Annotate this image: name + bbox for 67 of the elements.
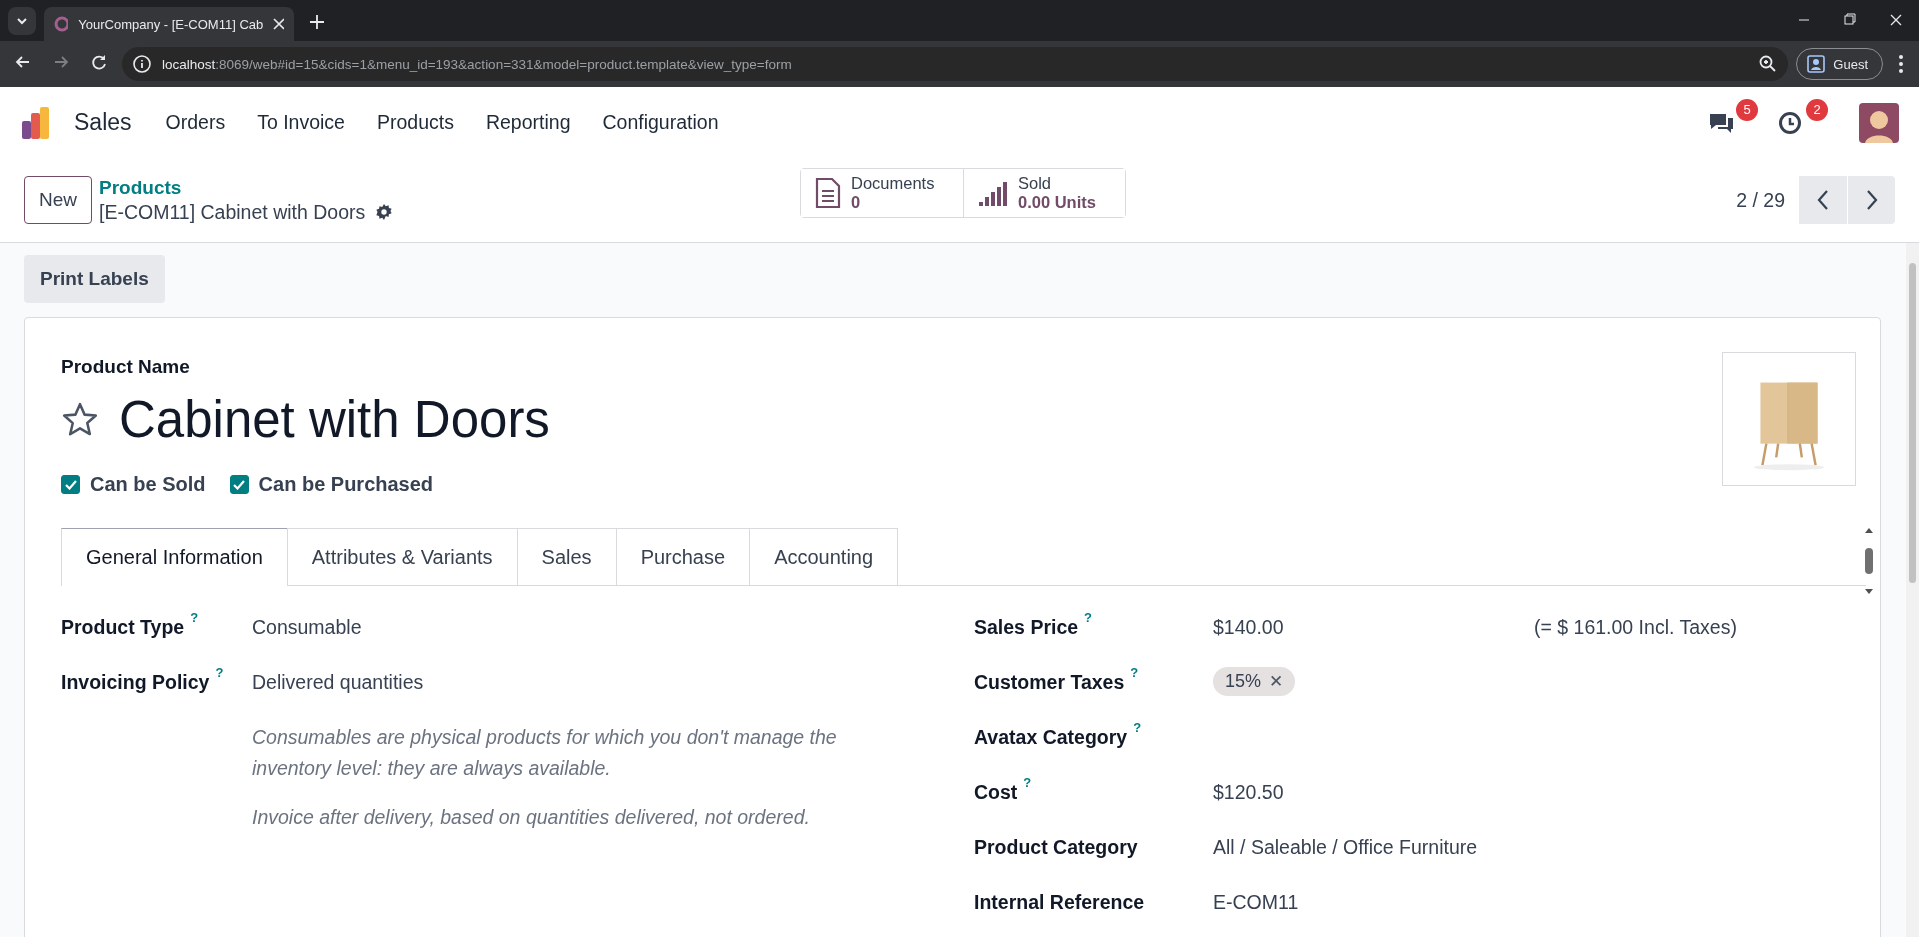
clock-icon[interactable] xyxy=(1777,109,1803,136)
info-icon[interactable] xyxy=(132,54,152,74)
notification-badge: 5 xyxy=(1736,98,1758,121)
previous-button[interactable] xyxy=(1799,176,1847,224)
record-title: [E-COM11] Cabinet with Doors xyxy=(99,200,366,224)
field-label: Product Type xyxy=(61,616,185,639)
close-icon[interactable] xyxy=(273,18,284,30)
form-tab[interactable]: General Information xyxy=(61,528,288,586)
help-text: Invoice after delivery, based on quantities delivered, not ordered. xyxy=(252,805,811,830)
field-label: Internal Reference xyxy=(974,891,1145,914)
field-value[interactable]: $140.00 xyxy=(1213,616,1284,638)
field-value[interactable]: $120.50 xyxy=(1213,781,1284,803)
chevron-right-icon xyxy=(1864,189,1879,211)
site-icon xyxy=(54,16,69,32)
checkbox-label[interactable]: Can be Sold xyxy=(90,473,206,496)
tab-search-icon[interactable] xyxy=(8,7,36,35)
app-name[interactable]: Sales xyxy=(74,109,132,136)
browser-tab[interactable]: YourCompany - [E-COM11] Cab xyxy=(44,7,294,41)
help-tooltip[interactable]: ? xyxy=(1084,610,1093,633)
field-label: Product Category xyxy=(974,836,1138,859)
document-icon xyxy=(815,177,841,209)
field-value[interactable]: Consumable xyxy=(252,616,362,639)
field-label: Sales Price xyxy=(974,616,1079,639)
check-icon xyxy=(64,479,77,490)
checkbox[interactable] xyxy=(61,475,80,494)
help-tooltip[interactable]: ? xyxy=(1130,665,1139,688)
scrollbar[interactable] xyxy=(1906,243,1919,937)
help-tooltip[interactable]: ? xyxy=(1023,775,1032,798)
smart-button[interactable]: Sold 0.00 Units xyxy=(963,169,1125,217)
scrollbar[interactable] xyxy=(1864,526,1874,596)
menu-item[interactable]: To Invoice xyxy=(245,103,357,142)
notification-badge: 2 xyxy=(1806,98,1828,121)
field-value[interactable]: All / Saleable / Office Furniture xyxy=(1213,836,1478,858)
next-button[interactable] xyxy=(1847,176,1895,224)
field-value[interactable]: E-COM11 xyxy=(1213,891,1299,913)
help-text: Consumables are physical products for which you don't manage the inventory level: they are always available. xyxy=(252,725,838,781)
menu-item[interactable]: Configuration xyxy=(590,103,731,142)
price-incl-taxes: (= $ 161.00 Incl. Taxes) xyxy=(1534,616,1737,639)
field-label: Product Name xyxy=(61,356,191,378)
menu-item[interactable]: Orders xyxy=(153,103,238,142)
pager-counter: 2 / 29 xyxy=(1736,188,1785,212)
print-labels-button[interactable]: Print Labels xyxy=(24,255,165,303)
help-tooltip[interactable]: ? xyxy=(190,610,199,633)
breadcrumb-link[interactable]: Products xyxy=(99,176,394,199)
field-value[interactable]: Delivered quantities xyxy=(252,671,424,694)
form-tab[interactable]: Accounting xyxy=(749,528,899,585)
person-icon xyxy=(1807,55,1826,73)
tax-tag[interactable]: 15% ✕ xyxy=(1213,667,1296,696)
checkbox[interactable] xyxy=(229,475,249,494)
field-label: Avatax Category xyxy=(974,726,1128,749)
signal-bars-icon xyxy=(978,180,1008,206)
checkbox-label[interactable]: Can be Purchased xyxy=(258,473,434,496)
help-tooltip[interactable]: ? xyxy=(215,665,224,688)
field-label: Invoicing Policy xyxy=(61,671,210,694)
field-label: Cost xyxy=(974,781,1018,804)
new-button[interactable]: New xyxy=(24,176,92,224)
field-label: Customer Taxes xyxy=(974,671,1125,694)
help-tooltip[interactable]: ? xyxy=(1133,720,1142,743)
product-name[interactable]: Cabinet with Doors xyxy=(119,390,550,449)
remove-icon[interactable]: ✕ xyxy=(1269,671,1284,692)
avatar[interactable] xyxy=(1859,102,1899,143)
address-bar[interactable]: localhost:8069/web#id=15&cids=1&menu_id=193&action=331&model=product.template&view_type=form xyxy=(122,47,1789,81)
chevron-left-icon xyxy=(1816,189,1830,211)
menu-item[interactable]: Reporting xyxy=(473,103,583,142)
gear-icon[interactable] xyxy=(375,203,394,221)
check-icon xyxy=(233,479,246,490)
menu-item[interactable]: Products xyxy=(364,103,466,142)
